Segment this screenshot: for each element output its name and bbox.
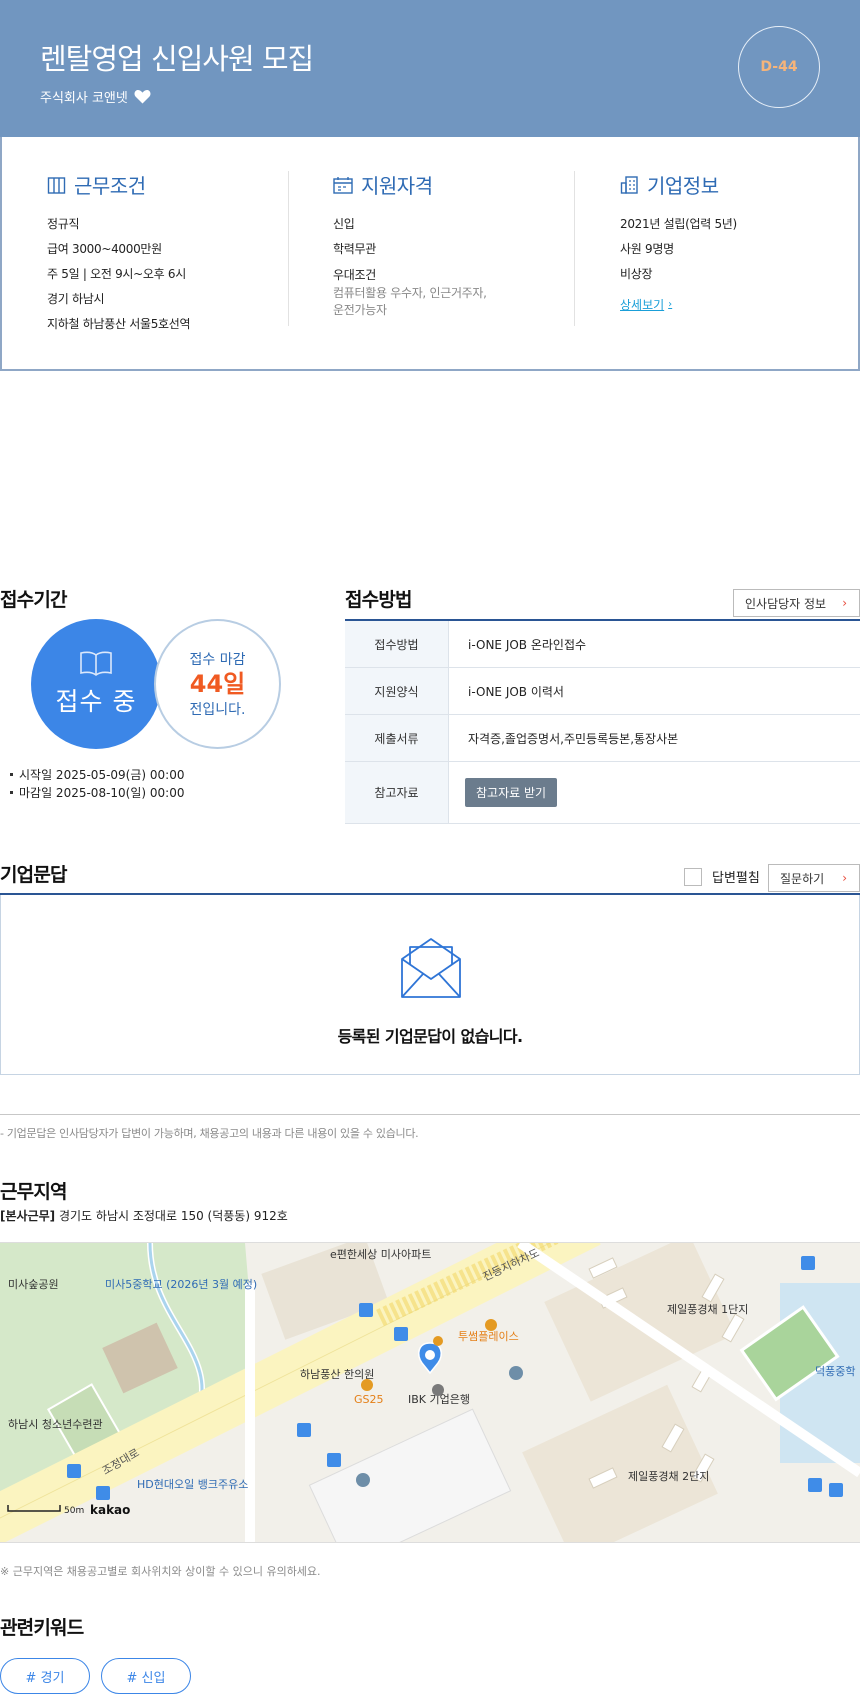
chevron-right-icon: › (842, 596, 847, 610)
job-title: 렌탈영업 신입사원 모집 (40, 42, 314, 76)
start-date: 시작일 2025-05-09(금) 00:00 (19, 768, 185, 782)
method-value: i-ONE JOB 온라인접수 (468, 637, 587, 652)
application-status: 접수 중 (55, 687, 137, 716)
condition-work-hours: 주 5일 | 오전 9시~오후 6시 (47, 267, 186, 281)
table-row: 참고자료 참고자료 받기 (345, 762, 860, 824)
location-map[interactable]: 미사숲공원 미사5중학교 (2026년 3월 예정) e편한세상 미사아파트 하… (0, 1242, 860, 1543)
end-date: 마감일 2025-08-10(일) 00:00 (19, 786, 185, 800)
company-name-row: 주식회사 코앤넷 (40, 87, 151, 106)
address-text: 경기도 하남시 조정대로 150 (덕풍동) 912호 (58, 1209, 288, 1223)
condition-employment-type: 정규직 (47, 217, 80, 231)
condition-region: 경기 하남시 (47, 292, 105, 306)
calendar-icon (333, 176, 353, 194)
qa-empty-box: 등록된 기업문답이 없습니다. (0, 895, 860, 1075)
company-founded: 2021년 설립(업력 5년) (620, 217, 737, 231)
ask-question-button[interactable]: 질문하기 › (768, 864, 860, 892)
qualification-preferred-label: 우대조건 (333, 268, 376, 282)
company-employees: 사원 9명명 (620, 242, 674, 256)
table-row: 접수방법 i-ONE JOB 온라인접수 (345, 621, 860, 668)
method-key: 제출서류 (345, 715, 449, 761)
column-divider (288, 171, 289, 326)
condition-subway: 지하철 하남풍산 서울5호선역 (47, 317, 191, 331)
method-key: 접수방법 (345, 621, 449, 667)
chevron-right-icon: › (842, 871, 847, 885)
table-row: 지원양식 i-ONE JOB 이력서 (345, 668, 860, 715)
conditions-title: 근무조건 (74, 174, 146, 198)
location-note: ※ 근무지역은 채용공고별로 회사위치와 상이할 수 있으니 유의하세요. (0, 1565, 321, 1578)
notice-divider (0, 1114, 860, 1115)
map-label-middle-school: 덕풍중학 (815, 1365, 855, 1378)
period-title: 접수기간 (0, 589, 68, 611)
period-dates: 시작일 2025-05-09(금) 00:00 마감일 2025-08-10(일… (0, 766, 184, 802)
job-summary-box: 근무조건 정규직 급여 3000~4000만원 주 5일 | 오전 9시~오후 … (0, 137, 860, 371)
keywords-title: 관련키워드 (0, 1617, 84, 1639)
job-header-banner: 렌탈영업 신입사원 모집 주식회사 코앤넷 D-44 (0, 0, 860, 137)
reference-download-button[interactable]: 참고자료 받기 (465, 778, 558, 807)
map-label-park: 미사숲공원 (8, 1278, 59, 1291)
method-key: 지원양식 (345, 668, 449, 714)
company-info-title: 기업정보 (647, 174, 719, 198)
map-label-apartment: e편한세상 미사아파트 (330, 1248, 431, 1261)
dday-badge: D-44 (738, 26, 820, 108)
expand-answers-checkbox[interactable] (684, 867, 702, 886)
building-icon (620, 175, 639, 194)
book-icon (79, 650, 113, 680)
method-key: 참고자료 (345, 762, 449, 823)
method-title: 접수방법 (345, 589, 413, 611)
method-value: i-ONE JOB 이력서 (468, 684, 564, 699)
deadline-circle: 접수 마감 44일 전입니다. (154, 619, 281, 749)
map-label-complex2: 제일풍경채 2단지 (628, 1469, 709, 1483)
company-name[interactable]: 주식회사 코앤넷 (40, 87, 128, 106)
keyword-list: # 경기 # 신입 (0, 1658, 191, 1694)
keyword-tag[interactable]: # 신입 (101, 1658, 191, 1694)
map-scale: 50m (64, 1506, 84, 1516)
qualifications-column: 지원자격 신입 학력무관 우대조건 컴퓨터활용 우수자, 인근거주자, 운전가능… (333, 170, 493, 319)
map-label-oil: HD현대오일 뱅크주유소 (137, 1477, 248, 1491)
map-label-gs25: GS25 (354, 1393, 384, 1406)
qualification-preferred-detail: 컴퓨터활용 우수자, 인근거주자, 운전가능자 (333, 286, 487, 317)
work-address: [본사근무] 경기도 하남시 조정대로 150 (덕풍동) 912호 (0, 1207, 288, 1224)
briefcase-icon (47, 175, 66, 194)
envelope-icon (400, 937, 462, 1003)
heart-icon[interactable] (134, 89, 151, 104)
map-label-complex1: 제일풍경채 1단지 (667, 1302, 748, 1316)
map-label-youth-center: 하남시 청소년수련관 (8, 1417, 103, 1431)
kakao-logo: kakao (90, 1503, 130, 1517)
status-circle: 접수 중 (31, 619, 161, 749)
method-value: 자격증,졸업증명서,주민등록등본,통장사본 (468, 731, 679, 746)
company-info-column: 기업정보 2021년 설립(업력 5년) 사원 9명명 비상장 상세보기 › (620, 170, 737, 313)
company-listing: 비상장 (620, 267, 653, 281)
condition-salary: 급여 3000~4000만원 (47, 242, 162, 256)
map-label-clinic: 하남풍산 한의원 (300, 1367, 374, 1381)
keyword-tag[interactable]: # 경기 (0, 1658, 90, 1694)
conditions-column: 근무조건 정규직 급여 3000~4000만원 주 5일 | 오전 9시~오후 … (47, 170, 191, 337)
location-title: 근무지역 (0, 1181, 68, 1203)
qualification-education: 학력무관 (333, 242, 376, 256)
map-label-school: 미사5중학교 (2026년 3월 예정) (105, 1278, 257, 1291)
qualifications-title: 지원자격 (361, 174, 433, 198)
deadline-label: 접수 마감 (189, 652, 246, 668)
hr-contact-button[interactable]: 인사담당자 정보 › (733, 589, 860, 617)
qa-empty-message: 등록된 기업문답이 없습니다. (337, 1027, 523, 1046)
days-left: 44일 (189, 670, 246, 698)
column-divider (574, 171, 575, 326)
expand-answers-label: 답변펼침 (712, 871, 760, 886)
chevron-right-icon: › (668, 299, 673, 310)
address-tag: [본사근무] (0, 1209, 56, 1223)
company-detail-link[interactable]: 상세보기 › (620, 296, 672, 313)
expand-answers-toggle[interactable]: 답변펼침 (684, 867, 760, 886)
qa-notice: - 기업문답은 인사담당자가 답변이 가능하며, 채용공고의 내용과 다른 내용… (0, 1127, 419, 1140)
qa-title: 기업문답 (0, 864, 68, 886)
method-table: 접수방법 i-ONE JOB 온라인접수 지원양식 i-ONE JOB 이력서 … (345, 621, 860, 824)
qualification-career: 신입 (333, 217, 355, 231)
table-row: 제출서류 자격증,졸업증명서,주민등록등본,통장사본 (345, 715, 860, 762)
map-label-place: 투썸플레이스 (458, 1330, 519, 1343)
days-suffix: 전입니다. (189, 702, 246, 718)
